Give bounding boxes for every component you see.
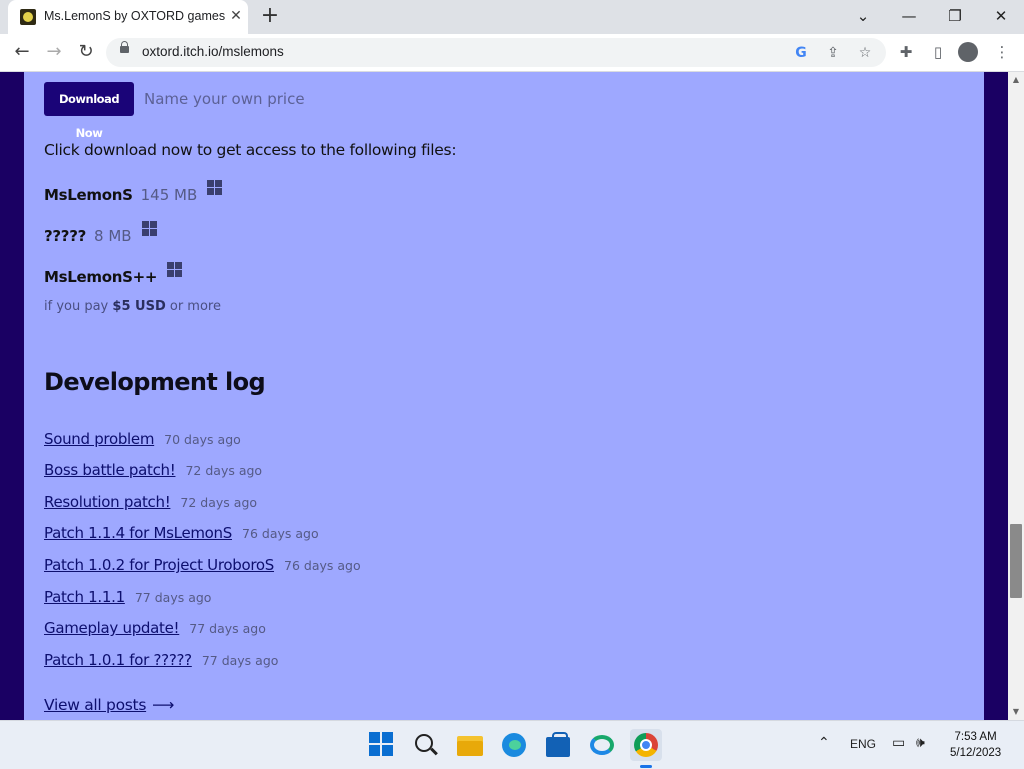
download-intro-text: Click download now to get access to the … — [44, 141, 457, 159]
pay-note: if you pay $5 USD or more — [44, 299, 221, 314]
language-indicator[interactable]: ENG — [850, 737, 876, 751]
devlog-heading: Development log — [44, 368, 266, 396]
post-link[interactable]: Gameplay update! — [44, 619, 180, 637]
devlog-post: Boss battle patch! 72 days ago — [44, 461, 262, 479]
devlog-post: Sound problem 70 days ago — [44, 430, 241, 448]
scroll-up-icon[interactable]: ▲ — [1008, 72, 1024, 88]
browser-toolbar: ← → ↻ oxtord.itch.io/mslemons G ⇪ ☆ ✚ ▯ … — [0, 34, 1024, 72]
post-link[interactable]: Patch 1.0.1 for ????? — [44, 651, 192, 669]
post-link[interactable]: Patch 1.0.2 for Project UroboroS — [44, 556, 274, 574]
minimize-button[interactable]: — — [886, 2, 932, 30]
post-age: 70 days ago — [164, 432, 241, 447]
tab-title: Ms.LemonS by OXTORD games — [44, 9, 226, 23]
profile-avatar-icon[interactable] — [958, 42, 978, 62]
scroll-down-icon[interactable]: ▼ — [1008, 704, 1024, 720]
view-all-label: View all posts — [44, 696, 147, 714]
arrow-right-icon: ⟶ — [152, 696, 175, 714]
windows-icon — [167, 262, 183, 278]
post-age: 76 days ago — [242, 526, 319, 541]
devlog-post: Patch 1.0.2 for Project UroboroS 76 days … — [44, 556, 361, 574]
game-page-content: Download Now Name your own price Click d… — [24, 72, 984, 720]
view-all-posts-link[interactable]: View all posts ⟶ — [44, 696, 174, 714]
file-name: ????? — [44, 227, 87, 245]
file-row: MsLemonS++ — [44, 262, 183, 292]
address-bar[interactable]: oxtord.itch.io/mslemons G ⇪ ☆ — [106, 38, 886, 67]
post-age: 77 days ago — [134, 590, 212, 605]
taskbar-clock[interactable]: 7:53 AM 5/12/2023 — [950, 729, 1001, 761]
scrollbar-thumb[interactable] — [1010, 524, 1022, 598]
file-size: 145 MB — [140, 186, 198, 204]
show-hidden-icons-chevron-icon[interactable]: ⌃ — [818, 734, 830, 751]
devlog-post: Resolution patch! 72 days ago — [44, 493, 257, 511]
download-now-button[interactable]: Download Now — [44, 82, 134, 140]
favicon-icon — [20, 9, 36, 25]
windows-icon — [207, 180, 223, 196]
chrome-icon[interactable] — [630, 729, 662, 768]
vertical-scrollbar[interactable]: ▲ ▼ — [1008, 72, 1024, 720]
devlog-post: Patch 1.1.4 for MsLemonS 76 days ago — [44, 524, 319, 542]
post-age: 72 days ago — [180, 495, 258, 510]
file-name: MsLemonS++ — [44, 268, 158, 286]
file-name: MsLemonS — [44, 186, 133, 204]
pay-note-suffix: or more — [169, 299, 221, 314]
forward-button[interactable]: → — [40, 39, 68, 65]
pay-note-prefix: if you pay — [44, 299, 109, 314]
search-icon[interactable] — [410, 729, 442, 761]
bookmark-star-icon[interactable]: ☆ — [854, 42, 876, 64]
google-lens-icon[interactable]: G — [790, 42, 812, 64]
side-panel-icon[interactable]: ▯ — [926, 40, 950, 64]
url-text[interactable]: oxtord.itch.io/mslemons — [142, 44, 284, 59]
menu-kebab-icon[interactable]: ⋮ — [990, 40, 1014, 64]
pay-note-amount: $5 USD — [112, 299, 166, 314]
file-row: MsLemonS 145 MB — [44, 180, 223, 210]
network-icon[interactable]: ▭ — [892, 734, 905, 751]
post-link[interactable]: Patch 1.1.1 — [44, 588, 125, 606]
post-link[interactable]: Boss battle patch! — [44, 461, 176, 479]
new-tab-button[interactable]: + — [257, 4, 283, 30]
clock-date: 5/12/2023 — [950, 747, 1002, 759]
devlog-post: Patch 1.1.1 77 days ago — [44, 588, 211, 606]
post-link[interactable]: Patch 1.1.4 for MsLemonS — [44, 524, 232, 542]
close-window-button[interactable]: ✕ — [978, 2, 1024, 30]
windows-icon — [141, 221, 158, 237]
price-label: Name your own price — [144, 90, 305, 108]
active-tab[interactable]: Ms.LemonS by OXTORD games ✕ — [8, 0, 248, 34]
share-icon[interactable]: ⇪ — [822, 42, 844, 64]
reload-button[interactable]: ↻ — [72, 39, 100, 65]
tab-search-icon[interactable]: ⌄ — [840, 2, 886, 30]
devlog-post: Gameplay update! 77 days ago — [44, 619, 266, 637]
page-viewport: Download Now Name your own price Click d… — [0, 72, 1008, 720]
post-age: 77 days ago — [189, 621, 266, 636]
post-age: 77 days ago — [201, 653, 279, 668]
extensions-icon[interactable]: ✚ — [894, 40, 918, 64]
start-windows-icon[interactable] — [366, 729, 398, 761]
restore-button[interactable]: ❐ — [932, 2, 978, 30]
sync-app-icon[interactable] — [586, 729, 618, 761]
volume-icon[interactable]: 🕪 — [916, 734, 925, 751]
post-age: 76 days ago — [284, 558, 361, 573]
post-link[interactable]: Sound problem — [44, 430, 154, 448]
windows-taskbar: ⌃ ENG ▭ 🕪 7:53 AM 5/12/2023 — [0, 720, 1024, 769]
file-row: ????? 8 MB — [44, 221, 158, 251]
lock-icon[interactable] — [120, 41, 129, 53]
back-button[interactable]: ← — [8, 39, 36, 65]
devlog-post: Patch 1.0.1 for ????? 77 days ago — [44, 651, 278, 669]
clock-time: 7:53 AM — [954, 731, 997, 743]
edge-browser-icon[interactable] — [498, 729, 530, 761]
file-explorer-icon[interactable] — [454, 729, 486, 761]
close-tab-icon[interactable]: ✕ — [226, 6, 246, 26]
tab-strip: Ms.LemonS by OXTORD games ✕ + ⌄ — ❐ ✕ — [0, 0, 1024, 34]
post-link[interactable]: Resolution patch! — [44, 493, 171, 511]
post-age: 72 days ago — [185, 463, 263, 478]
file-size: 8 MB — [94, 227, 132, 245]
microsoft-store-icon[interactable] — [542, 729, 574, 761]
